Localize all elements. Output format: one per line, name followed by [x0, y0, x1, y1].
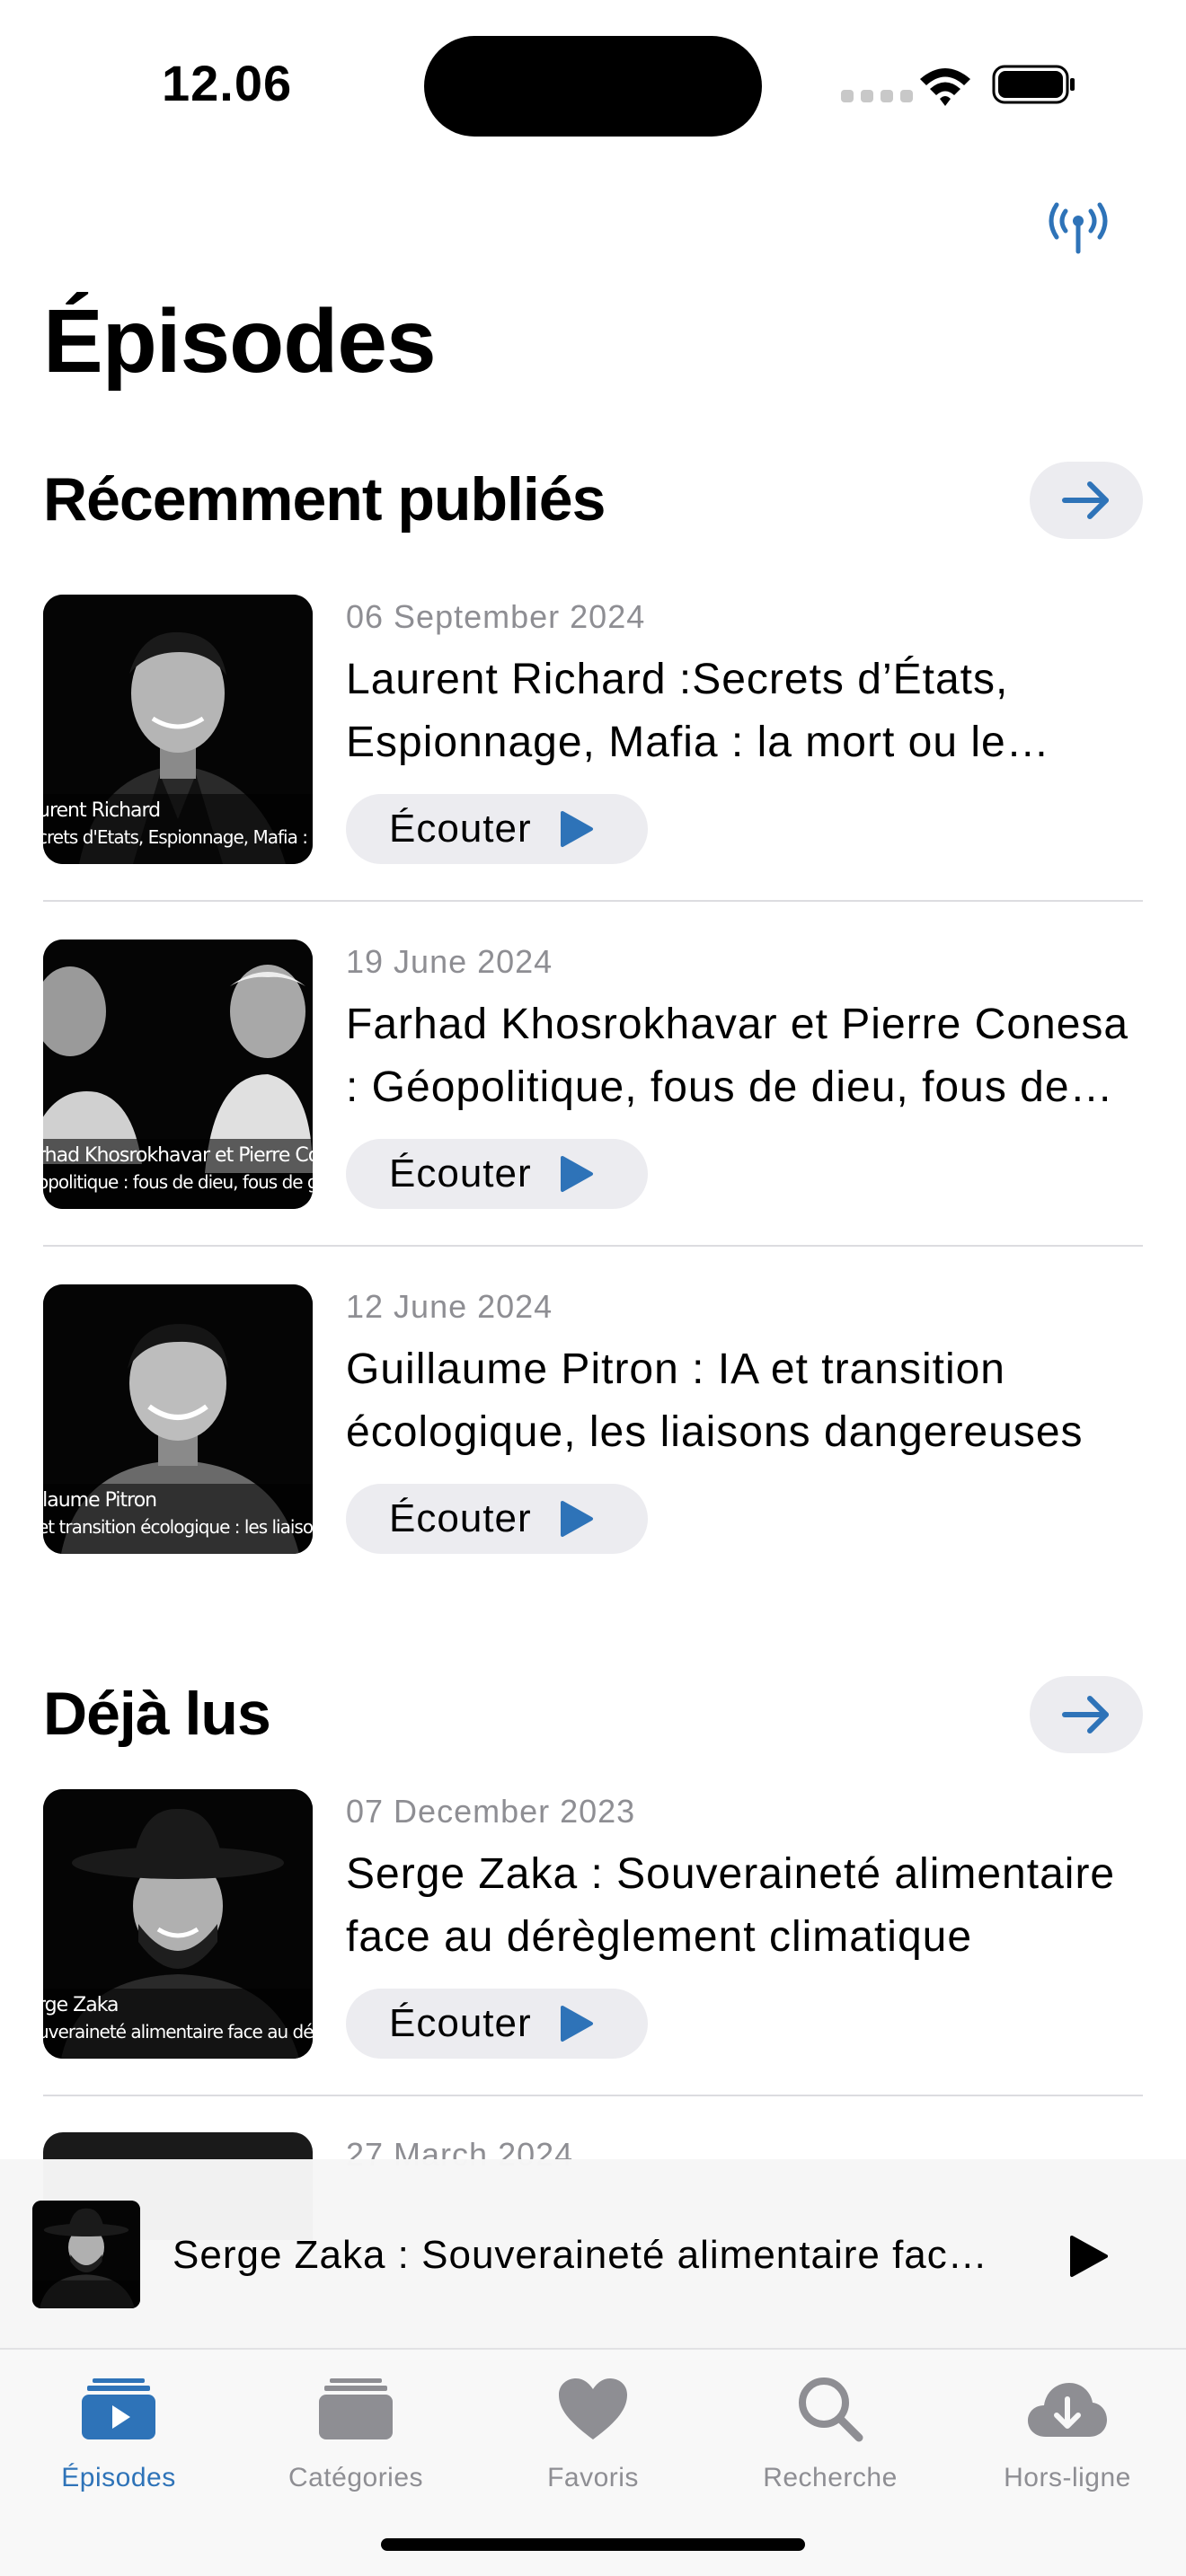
listen-button[interactable]: Écouter: [346, 1139, 648, 1209]
mini-player-artwork: [32, 2201, 140, 2308]
thumbnail-caption-name: rge Zaka: [43, 1994, 119, 2016]
episode-row[interactable]: rhad Khosrokhavar et Pierre Conesa opoli…: [43, 940, 1143, 1209]
episode-date: 19 June 2024: [346, 943, 553, 980]
row-divider: [43, 2095, 1143, 2096]
live-broadcast-button[interactable]: [1042, 190, 1114, 262]
dynamic-island: [424, 36, 762, 137]
see-all-already-read-button[interactable]: [1030, 1676, 1143, 1753]
wifi-icon: [920, 68, 970, 106]
tab-label: Épisodes: [61, 2463, 176, 2492]
mini-player-title[interactable]: Serge Zaka : Souveraineté alimentaire fa…: [173, 2233, 999, 2278]
broadcast-icon: [1049, 202, 1108, 254]
episode-date: 07 December 2023: [346, 1793, 636, 1830]
battery-icon: [992, 65, 1075, 104]
arrow-right-icon: [1062, 481, 1109, 519]
cloud-download-icon: [1028, 2383, 1107, 2437]
status-bar: 12.06: [0, 0, 1186, 171]
listen-button-label: Écouter: [389, 1496, 532, 1540]
status-time: 12.06: [162, 55, 293, 111]
listen-button-label: Écouter: [389, 807, 532, 851]
thumbnail-caption-name: urent Richard: [43, 799, 161, 822]
tab-categories[interactable]: Catégories: [237, 2350, 474, 2529]
home-indicator: [381, 2538, 805, 2551]
episode-title[interactable]: Farhad Khosrokhavar et Pierre Conesa : G…: [346, 993, 1143, 1119]
heart-icon: [559, 2378, 627, 2439]
play-icon: [560, 1156, 593, 1192]
tab-search[interactable]: Recherche: [712, 2350, 949, 2529]
tab-label: Recherche: [763, 2463, 898, 2492]
see-all-recent-button[interactable]: [1030, 462, 1143, 539]
play-icon: [560, 811, 593, 847]
tab-label: Favoris: [547, 2463, 639, 2492]
mini-player[interactable]: Serge Zaka : Souveraineté alimentaire fa…: [0, 2159, 1186, 2348]
section-title-already-read: Déjà lus: [43, 1680, 271, 1748]
episode-thumbnail: urent Richard crets d'Etats, Espionnage,…: [43, 595, 313, 864]
listen-button[interactable]: Écouter: [346, 794, 648, 864]
tab-offline[interactable]: Hors-ligne: [949, 2350, 1186, 2529]
episode-title[interactable]: Guillaume Pitron : IA et transition écol…: [346, 1338, 1143, 1464]
tab-episodes[interactable]: Épisodes: [0, 2350, 237, 2529]
episode-thumbnail: rge Zaka uveraineté alimentaire face au …: [43, 1789, 313, 2059]
page-title: Épisodes: [43, 291, 437, 392]
episode-date: 06 September 2024: [346, 598, 646, 635]
tab-label: Catégories: [288, 2463, 424, 2492]
episode-thumbnail: llaume Pitron et transition écologique :…: [43, 1284, 313, 1554]
episodes-icon: [82, 2378, 155, 2439]
search-icon: [799, 2378, 863, 2442]
mini-player-play-button[interactable]: [1060, 2228, 1118, 2285]
listen-button-label: Écouter: [389, 1151, 532, 1195]
play-icon: [560, 1501, 593, 1537]
listen-button[interactable]: Écouter: [346, 1484, 648, 1554]
episode-row[interactable]: urent Richard crets d'Etats, Espionnage,…: [43, 595, 1143, 864]
thumbnail-caption-name: rhad Khosrokhavar et Pierre Conesa: [43, 1144, 313, 1167]
listen-button[interactable]: Écouter: [346, 1989, 648, 2059]
thumbnail-caption-subtitle: crets d'Etats, Espionnage, Mafia : la mo…: [43, 826, 313, 848]
row-divider: [43, 1245, 1143, 1247]
thumbnail-caption-subtitle: uveraineté alimentaire face au dérègleme…: [43, 2021, 313, 2042]
thumbnail-caption-name: llaume Pitron: [43, 1489, 157, 1512]
arrow-right-icon: [1062, 1696, 1109, 1734]
cellular-signal-icon: [841, 90, 913, 102]
thumbnail-caption-subtitle: opolitique : fous de dieu, fous de guerr…: [43, 1171, 313, 1193]
categories-icon: [319, 2378, 393, 2439]
section-title-recent: Récemment publiés: [43, 465, 606, 534]
play-icon: [1070, 2236, 1108, 2277]
tab-label: Hors-ligne: [1004, 2463, 1131, 2492]
episode-row[interactable]: llaume Pitron et transition écologique :…: [43, 1284, 1143, 1554]
episode-row[interactable]: rge Zaka uveraineté alimentaire face au …: [43, 1789, 1143, 2059]
thumbnail-caption-subtitle: et transition écologique : les liaisons …: [43, 1516, 313, 1538]
tab-favorites[interactable]: Favoris: [474, 2350, 712, 2529]
row-divider: [43, 900, 1143, 902]
episode-thumbnail: rhad Khosrokhavar et Pierre Conesa opoli…: [43, 940, 313, 1209]
play-icon: [560, 2006, 593, 2042]
episode-date: 12 June 2024: [346, 1288, 553, 1325]
listen-button-label: Écouter: [389, 2001, 532, 2045]
episode-title[interactable]: Serge Zaka : Souveraineté alimentaire fa…: [346, 1843, 1143, 1969]
episode-title[interactable]: Laurent Richard :Secrets d’États, Espion…: [346, 648, 1143, 774]
